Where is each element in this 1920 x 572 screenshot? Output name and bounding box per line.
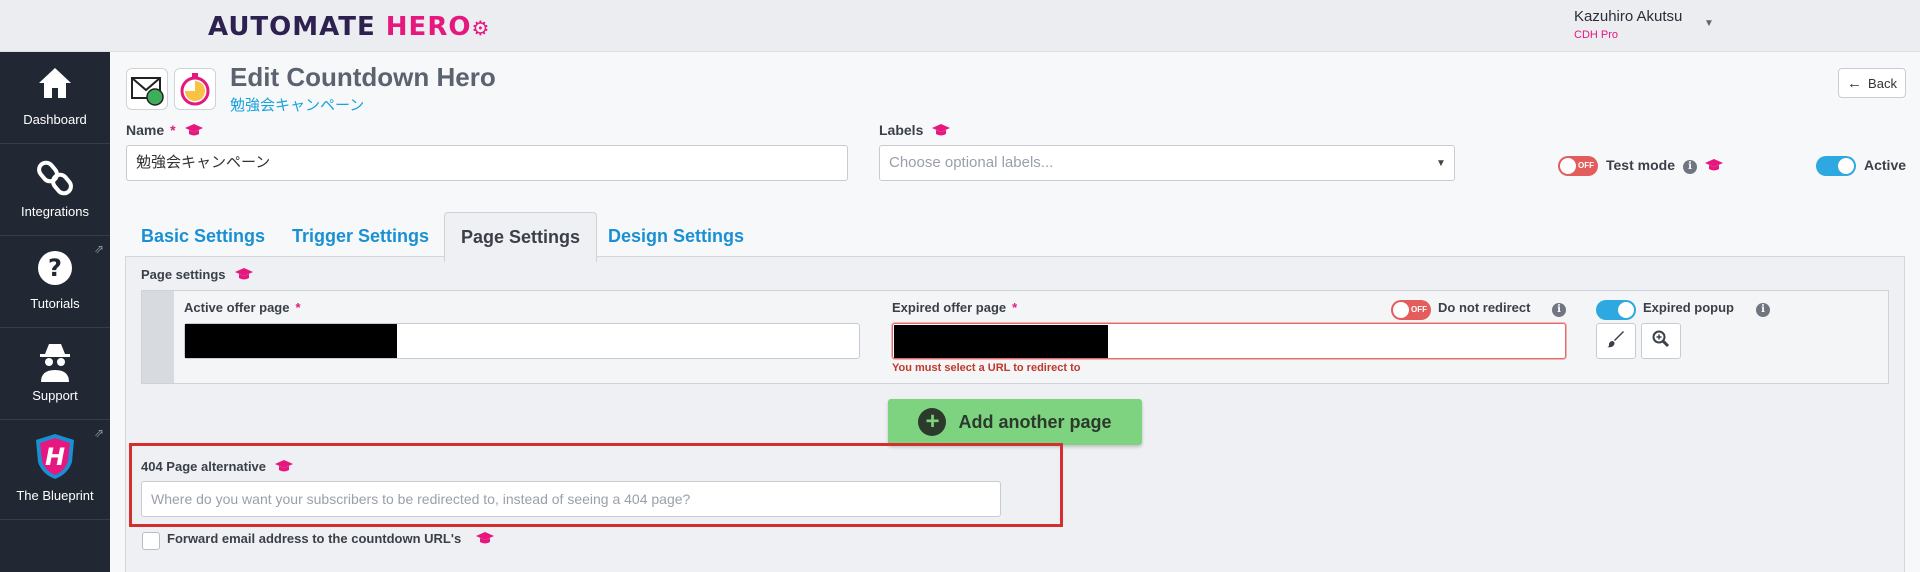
do-not-redirect-toggle[interactable]: OFF: [1391, 300, 1431, 320]
info-icon[interactable]: i: [1683, 160, 1697, 174]
sidebar-item-label: Dashboard: [23, 112, 87, 127]
required-mark: *: [1012, 300, 1018, 315]
chevron-down-icon[interactable]: ▼: [1436, 158, 1446, 169]
paintbrush-icon: [1607, 330, 1625, 353]
tab-page-settings[interactable]: Page Settings: [444, 212, 598, 262]
email-type-icon: [126, 68, 168, 110]
test-mode-toggle[interactable]: OFF: [1558, 156, 1598, 176]
forward-email-label-text: Forward email address to the countdown U…: [167, 531, 462, 546]
graduation-cap-icon[interactable]: [475, 531, 495, 548]
expired-offer-label: Expired offer page *: [892, 300, 1017, 315]
question-icon: ?: [0, 250, 110, 290]
expired-offer-label-text: Expired offer page: [892, 300, 1007, 315]
alt404-label: 404 Page alternative: [141, 459, 294, 476]
redacted-url-value: [894, 325, 1108, 358]
sidebar-item-tutorials[interactable]: ⇗ ? Tutorials: [0, 236, 110, 328]
active-offer-label-text: Active offer page: [184, 300, 290, 315]
timer-icon: [174, 68, 216, 110]
svg-text:?: ?: [48, 254, 62, 282]
top-bar: AUTOMATE HERO⚙ Kazuhiro Akutsu CDH Pro ▼: [0, 0, 1920, 52]
zoom-in-icon: [1652, 330, 1670, 353]
graduation-cap-icon[interactable]: [931, 123, 951, 140]
section-label-text: Page settings: [141, 267, 226, 282]
logo-text-hero: HERO: [385, 12, 472, 42]
expired-popup-label: Expired popup: [1643, 300, 1734, 315]
logo-text-automate: AUTOMATE: [208, 12, 386, 42]
link-icon: [0, 158, 110, 198]
tab-trigger-settings[interactable]: Trigger Settings: [292, 212, 429, 260]
active-toggle[interactable]: [1816, 156, 1856, 176]
toggle-state-text: OFF: [1411, 305, 1427, 314]
redacted-url-value: [185, 324, 397, 358]
graduation-cap-icon[interactable]: [274, 459, 294, 476]
brand-logo[interactable]: AUTOMATE HERO⚙: [208, 12, 490, 42]
shield-logo-icon: H: [0, 432, 110, 480]
name-input[interactable]: 勉強会キャンペーン: [126, 145, 848, 181]
user-menu-caret-icon[interactable]: ▼: [1704, 18, 1714, 29]
labels-select[interactable]: Choose optional labels...: [879, 145, 1455, 181]
add-another-page-button[interactable]: + Add another page: [888, 399, 1142, 445]
preview-popup-button[interactable]: [1641, 323, 1681, 359]
back-button-label: Back: [1868, 75, 1897, 91]
test-mode-label: Test mode: [1606, 157, 1675, 173]
info-icon[interactable]: i: [1756, 303, 1770, 317]
name-label-text: Name: [126, 122, 165, 138]
sidebar-item-blueprint[interactable]: ⇗ H The Blueprint: [0, 420, 110, 520]
arrow-left-icon: ←: [1847, 74, 1863, 92]
expired-url-error-message: You must select a URL to redirect to: [892, 362, 1081, 374]
graduation-cap-icon[interactable]: [1704, 158, 1724, 177]
required-mark: *: [295, 300, 301, 315]
page-subtitle: 勉強会キャンペーン: [230, 97, 365, 114]
sidebar: Dashboard Integrations ⇗ ? Tutorials Sup…: [0, 52, 110, 572]
sidebar-item-label: Support: [32, 388, 78, 403]
tab-design-settings[interactable]: Design Settings: [608, 212, 744, 260]
alt404-input[interactable]: Where do you want your subscribers to be…: [141, 481, 1001, 517]
spy-icon: [0, 342, 110, 382]
active-offer-label: Active offer page *: [184, 300, 301, 315]
sidebar-item-label: Tutorials: [30, 296, 80, 311]
main-content: Edit Countdown Hero 勉強会キャンペーン ← Back Nam…: [110, 52, 1920, 572]
svg-text:H: H: [45, 443, 65, 471]
home-icon: [0, 66, 110, 106]
page-settings-section-label: Page settings: [141, 267, 254, 284]
back-button[interactable]: ← Back: [1838, 68, 1906, 98]
do-not-redirect-label: Do not redirect: [1438, 300, 1531, 315]
logo-gear-icon: ⚙: [471, 16, 491, 40]
expired-popup-toggle[interactable]: [1596, 300, 1636, 320]
name-field-label: Name *: [126, 122, 204, 140]
sidebar-item-integrations[interactable]: Integrations: [0, 144, 110, 236]
graduation-cap-icon[interactable]: [234, 267, 254, 284]
alt404-label-text: 404 Page alternative: [141, 459, 267, 474]
sidebar-item-label: The Blueprint: [16, 488, 94, 503]
page-title: Edit Countdown Hero: [230, 62, 496, 92]
user-name: Kazuhiro Akutsu: [1574, 8, 1683, 25]
user-menu[interactable]: Kazuhiro Akutsu CDH Pro: [1574, 8, 1682, 41]
sidebar-item-label: Integrations: [21, 204, 89, 219]
sidebar-item-support[interactable]: Support: [0, 328, 110, 420]
edit-popup-button[interactable]: [1596, 323, 1636, 359]
forward-email-checkbox[interactable]: [142, 532, 160, 550]
labels-label-text: Labels: [879, 122, 924, 138]
active-label: Active: [1864, 157, 1907, 173]
drag-handle[interactable]: [142, 291, 174, 383]
forward-email-label: Forward email address to the countdown U…: [167, 531, 495, 548]
plus-circle-icon: +: [918, 408, 947, 436]
user-plan: CDH Pro: [1574, 29, 1619, 41]
required-mark: *: [170, 122, 176, 138]
info-icon[interactable]: i: [1552, 303, 1566, 317]
graduation-cap-icon[interactable]: [184, 123, 204, 140]
add-page-label: Add another page: [958, 411, 1112, 432]
toggle-state-text: OFF: [1578, 161, 1594, 170]
labels-field-label: Labels: [879, 122, 951, 140]
tab-basic-settings[interactable]: Basic Settings: [141, 212, 265, 260]
sidebar-item-dashboard[interactable]: Dashboard: [0, 52, 110, 144]
